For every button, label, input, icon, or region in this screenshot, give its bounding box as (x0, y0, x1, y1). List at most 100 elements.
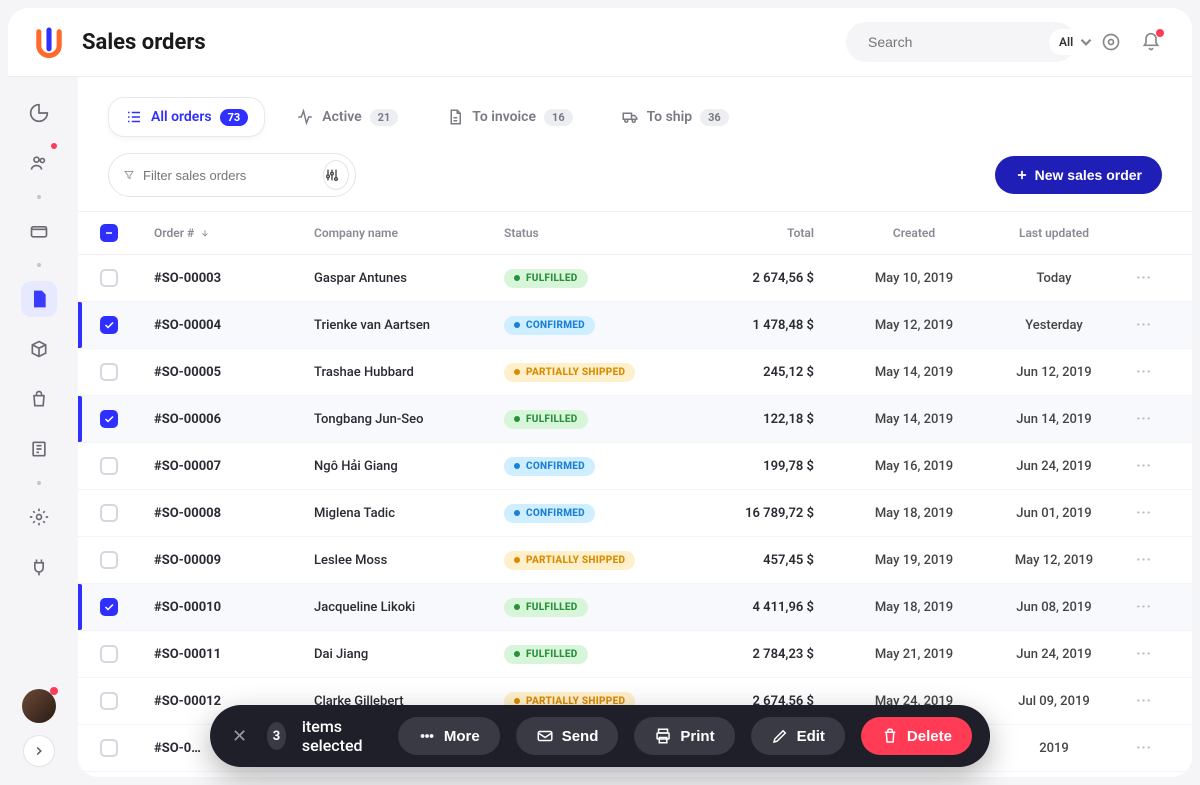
row-checkbox[interactable] (100, 269, 118, 287)
tab-count: 16 (544, 109, 573, 126)
row-checkbox[interactable] (100, 645, 118, 663)
row-checkbox[interactable] (100, 457, 118, 475)
tab-all-orders[interactable]: All orders73 (108, 97, 265, 137)
row-checkbox[interactable] (100, 598, 118, 616)
nav-settings[interactable] (21, 499, 57, 535)
nav-shopping[interactable] (21, 381, 57, 417)
trash-icon (881, 727, 899, 745)
status-badge: CONFIRMED (504, 504, 595, 523)
row-menu[interactable]: ··· (1124, 271, 1164, 286)
filter-icon (123, 167, 135, 183)
user-avatar[interactable] (22, 689, 56, 723)
row-menu[interactable]: ··· (1124, 647, 1164, 662)
edit-button[interactable]: Edit (751, 717, 845, 755)
table-row[interactable]: #SO-00006 Tongbang Jun-Seo FULFILLED 122… (78, 396, 1192, 443)
row-checkbox[interactable] (100, 363, 118, 381)
created: May 16, 2019 (844, 459, 984, 474)
nav-wallet[interactable] (21, 213, 57, 249)
row-menu[interactable]: ··· (1124, 741, 1164, 756)
nav-integrations[interactable] (21, 549, 57, 585)
filter-box[interactable] (108, 153, 356, 197)
row-menu[interactable]: ··· (1124, 600, 1164, 615)
print-icon (654, 727, 672, 745)
company-name: Jacqueline Likoki (314, 600, 504, 615)
more-button[interactable]: More (398, 717, 500, 755)
file-icon (446, 108, 464, 126)
updated: Jun 14, 2019 (984, 412, 1124, 427)
search-box[interactable]: All (846, 22, 1076, 62)
col-status[interactable]: Status (504, 226, 704, 240)
send-button[interactable]: Send (516, 717, 619, 755)
select-all-checkbox[interactable] (100, 224, 118, 242)
total: 2 674,56 $ (704, 271, 844, 286)
row-menu[interactable]: ··· (1124, 553, 1164, 568)
row-checkbox[interactable] (100, 692, 118, 710)
delete-button[interactable]: Delete (861, 717, 972, 755)
status-badge: PARTIALLY SHIPPED (504, 551, 635, 570)
sidebar (0, 77, 78, 785)
table-row[interactable]: #SO-00004 Trienke van Aartsen CONFIRMED … (78, 302, 1192, 349)
notifications-icon[interactable] (1134, 25, 1168, 59)
search-filter-label: All (1059, 35, 1073, 49)
status-badge: FULFILLED (504, 410, 588, 429)
tab-to-ship[interactable]: To ship36 (604, 97, 746, 137)
row-checkbox[interactable] (100, 739, 118, 757)
total: 1 478,48 $ (704, 318, 844, 333)
table-row[interactable]: #SO-00003 Gaspar Antunes FULFILLED 2 674… (78, 255, 1192, 302)
nav-contacts[interactable] (21, 145, 57, 181)
row-menu[interactable]: ··· (1124, 318, 1164, 333)
main-content: All orders73 Active21 To invoice16 To ship3… (78, 77, 1192, 777)
table-row[interactable]: #SO-00010 Jacqueline Likoki FULFILLED 4 … (78, 584, 1192, 631)
status-cell: PARTIALLY SHIPPED (504, 363, 704, 382)
table-row[interactable]: #SO-00005 Trashae Hubbard PARTIALLY SHIP… (78, 349, 1192, 396)
new-sales-order-button[interactable]: New sales order (995, 156, 1162, 194)
nav-reports[interactable] (21, 431, 57, 467)
nav-separator (37, 481, 41, 485)
sidebar-collapse-button[interactable] (23, 735, 55, 767)
row-checkbox[interactable] (100, 316, 118, 334)
nav-inventory[interactable] (21, 331, 57, 367)
row-menu[interactable]: ··· (1124, 694, 1164, 709)
row-menu[interactable]: ··· (1124, 412, 1164, 427)
order-id: #SO-00008 (154, 506, 314, 521)
sliders-icon (324, 167, 340, 183)
created: May 14, 2019 (844, 365, 984, 380)
created: May 18, 2019 (844, 506, 984, 521)
search-input[interactable] (868, 34, 1049, 50)
filter-settings-button[interactable] (323, 160, 349, 190)
topbar: Sales orders All (8, 8, 1192, 77)
help-icon[interactable] (1094, 25, 1128, 59)
order-id: #SO-00004 (154, 318, 314, 333)
table-row[interactable]: #SO-00009 Leslee Moss PARTIALLY SHIPPED … (78, 537, 1192, 584)
row-checkbox[interactable] (100, 504, 118, 522)
actionbar-close[interactable]: ✕ (228, 726, 251, 747)
order-id: #SO-00007 (154, 459, 314, 474)
nav-sales-orders[interactable] (21, 281, 57, 317)
col-updated[interactable]: Last updated (984, 226, 1124, 240)
print-button[interactable]: Print (634, 717, 734, 755)
order-id: #SO-00006 (154, 412, 314, 427)
selection-count: 3 (267, 722, 286, 750)
table-row[interactable]: #SO-00007 Ngô Hải Giang CONFIRMED 199,78… (78, 443, 1192, 490)
row-menu[interactable]: ··· (1124, 506, 1164, 521)
col-total[interactable]: Total (704, 226, 844, 240)
row-menu[interactable]: ··· (1124, 365, 1164, 380)
col-company[interactable]: Company name (314, 226, 504, 240)
tab-to-invoice[interactable]: To invoice16 (429, 97, 589, 137)
row-checkbox[interactable] (100, 551, 118, 569)
filter-input[interactable] (143, 168, 319, 183)
created: May 19, 2019 (844, 553, 984, 568)
col-order[interactable]: Order # (154, 226, 314, 240)
row-menu[interactable]: ··· (1124, 459, 1164, 474)
tab-active[interactable]: Active21 (279, 97, 415, 137)
table-row[interactable]: #SO-00008 Miglena Tadic CONFIRMED 16 789… (78, 490, 1192, 537)
tab-label: All orders (151, 109, 212, 125)
updated: Jun 08, 2019 (984, 600, 1124, 615)
col-created[interactable]: Created (844, 226, 984, 240)
table-header: Order # Company name Status Total Create… (78, 211, 1192, 255)
nav-dashboard[interactable] (21, 95, 57, 131)
company-name: Tongbang Jun-Seo (314, 412, 504, 427)
status-badge: CONFIRMED (504, 457, 595, 476)
table-row[interactable]: #SO-00011 Dai Jiang FULFILLED 2 784,23 $… (78, 631, 1192, 678)
row-checkbox[interactable] (100, 410, 118, 428)
